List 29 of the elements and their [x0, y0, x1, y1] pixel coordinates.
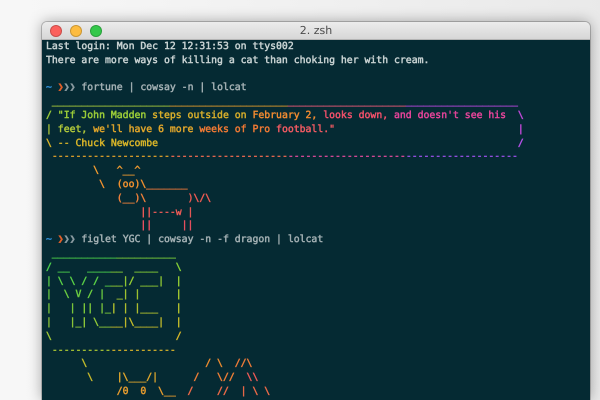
minimize-button[interactable]	[70, 24, 82, 36]
terminal-line: \ ^__^	[92, 164, 140, 178]
terminal-line: / __ ______ ____ \	[46, 260, 182, 275]
terminal-line: _____________________	[50, 246, 176, 261]
command-line: ~ ❯❯❯ fortune | cowsay -n | lolcat	[46, 81, 247, 96]
terminal-line: ---------------------	[50, 344, 176, 358]
zoom-button[interactable]	[90, 24, 102, 36]
terminal-line: There are more ways of killing a cat than choking her with cream.	[46, 54, 430, 68]
terminal-line: | |_| \____|\____| |	[46, 316, 182, 330]
terminal-line: \ / \ //\	[80, 357, 252, 372]
window-title: 2. zsh	[298, 24, 334, 37]
terminal-line: | feet, we'll have 6 more weeks of Pro football." |	[46, 122, 524, 137]
terminal-line: || ||	[139, 219, 194, 234]
command-line: ~ ❯❯❯ figlet YGC | cowsay -n -f dragon | lolcat	[46, 233, 324, 247]
terminal-line: /0 0 \__ / // | \ \	[116, 384, 270, 399]
terminal-line: _______________________________________________________________________________	[50, 95, 518, 109]
terminal-line: -------------------------------------------------------------------------------	[50, 150, 518, 164]
terminal-line: (__)\ )\/\	[116, 192, 212, 206]
terminal-line: | \ \ / / ___|/ ___| |	[46, 274, 182, 288]
terminal-line: \ (oo)\_______	[98, 178, 188, 192]
terminal-line: | \ V / | _| | |	[46, 288, 182, 302]
terminal-line: \ -- Chuck Newcombe /	[46, 136, 524, 150]
terminal-line: / "If John Madden steps outside on February 2, looks down, and doesn't see his \	[46, 108, 524, 123]
terminal-line: \ |\___/| / \// \\	[86, 371, 258, 385]
terminal-line: ||----w |	[139, 206, 194, 220]
terminal-line: Last login: Mon Dec 12 12:31:53 on ttys002	[46, 40, 294, 54]
close-button[interactable]	[50, 24, 62, 36]
terminal-line: | | || |_| | |___ |	[46, 302, 182, 316]
terminal-line: \ /	[46, 330, 182, 344]
